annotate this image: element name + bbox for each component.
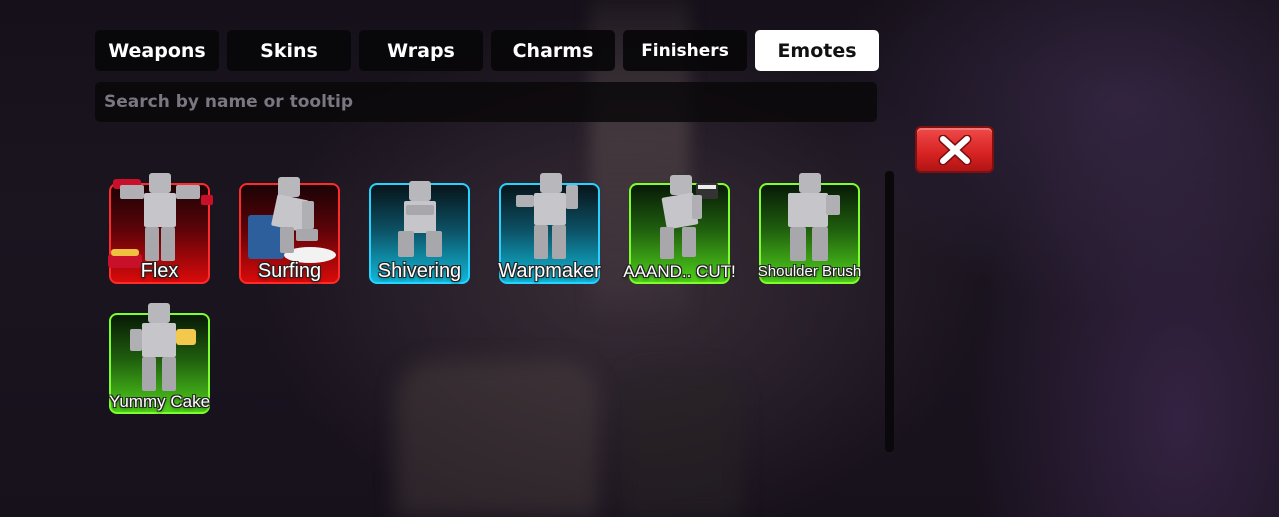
scrollbar[interactable] xyxy=(885,171,894,452)
emote-tile-surfing[interactable]: Surfing xyxy=(239,177,340,284)
emote-tile-flex[interactable]: Flex xyxy=(107,173,213,284)
tab-skins[interactable]: Skins xyxy=(227,30,351,71)
close-x-icon xyxy=(938,134,971,165)
emote-tile-shivering[interactable]: Shivering xyxy=(369,181,470,284)
tab-weapons[interactable]: Weapons xyxy=(95,30,219,71)
emote-name: Flex xyxy=(140,260,179,282)
emote-tile-aaand-cut[interactable]: AAAND.. CUT! xyxy=(623,175,736,284)
emote-name: Shivering xyxy=(377,260,462,282)
emote-name: AAAND.. CUT! xyxy=(623,262,736,281)
tab-wraps[interactable]: Wraps xyxy=(359,30,483,71)
category-tabs: Weapons Skins Wraps Charms Finishers Emo… xyxy=(95,30,879,71)
emote-name: Warpmaker xyxy=(498,260,601,282)
tab-charms[interactable]: Charms xyxy=(491,30,615,71)
emote-tile-shoulder-brush[interactable]: Shoulder Brush xyxy=(757,173,862,284)
search-input[interactable] xyxy=(95,82,877,122)
tab-finishers[interactable]: Finishers xyxy=(623,30,747,71)
emote-tile-yummy-cake[interactable]: Yummy Cake xyxy=(108,303,211,414)
tab-emotes[interactable]: Emotes xyxy=(755,30,879,71)
emote-name: Yummy Cake xyxy=(108,392,211,411)
background-block xyxy=(395,360,600,517)
emote-name: Surfing xyxy=(257,260,322,282)
emote-name: Shoulder Brush xyxy=(757,263,862,280)
close-button[interactable] xyxy=(915,126,994,173)
background-block-dark xyxy=(620,370,740,517)
emote-tile-warpmaker[interactable]: Warpmaker xyxy=(498,173,601,284)
